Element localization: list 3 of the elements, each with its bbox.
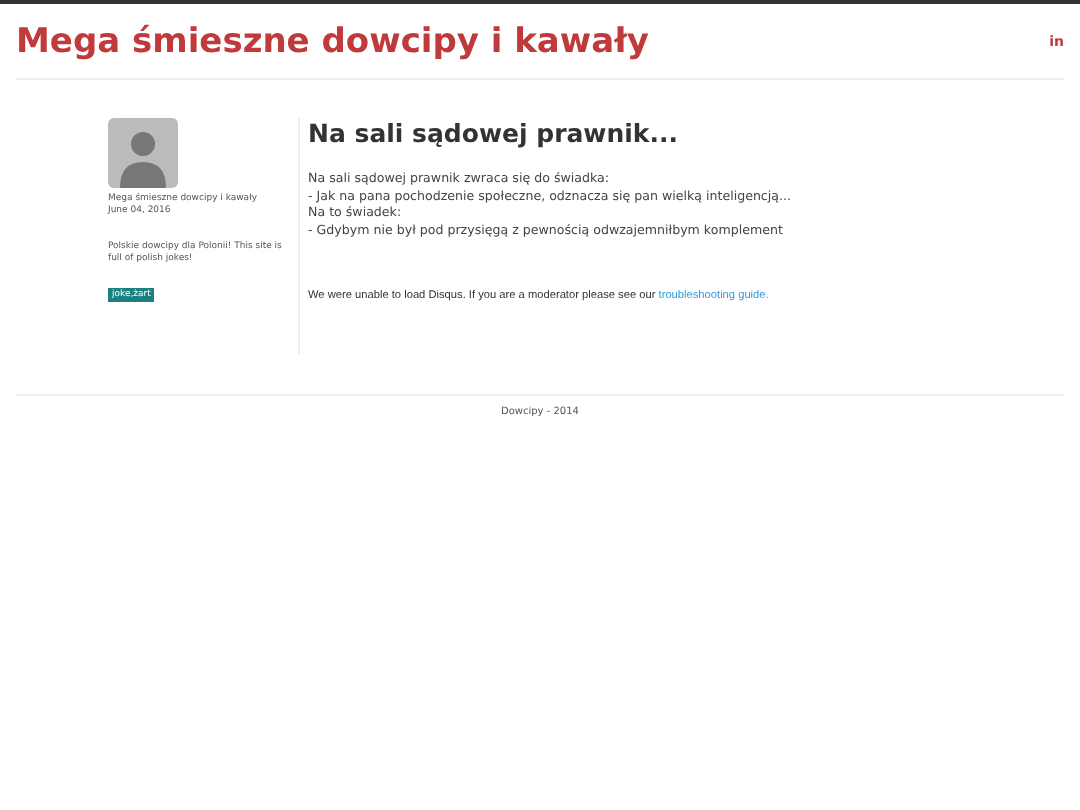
post-title: Na sali sądowej prawnik... <box>308 118 680 148</box>
site-title[interactable]: Mega śmieszne dowcipy i kawały <box>16 21 649 61</box>
avatar-icon <box>108 118 178 188</box>
